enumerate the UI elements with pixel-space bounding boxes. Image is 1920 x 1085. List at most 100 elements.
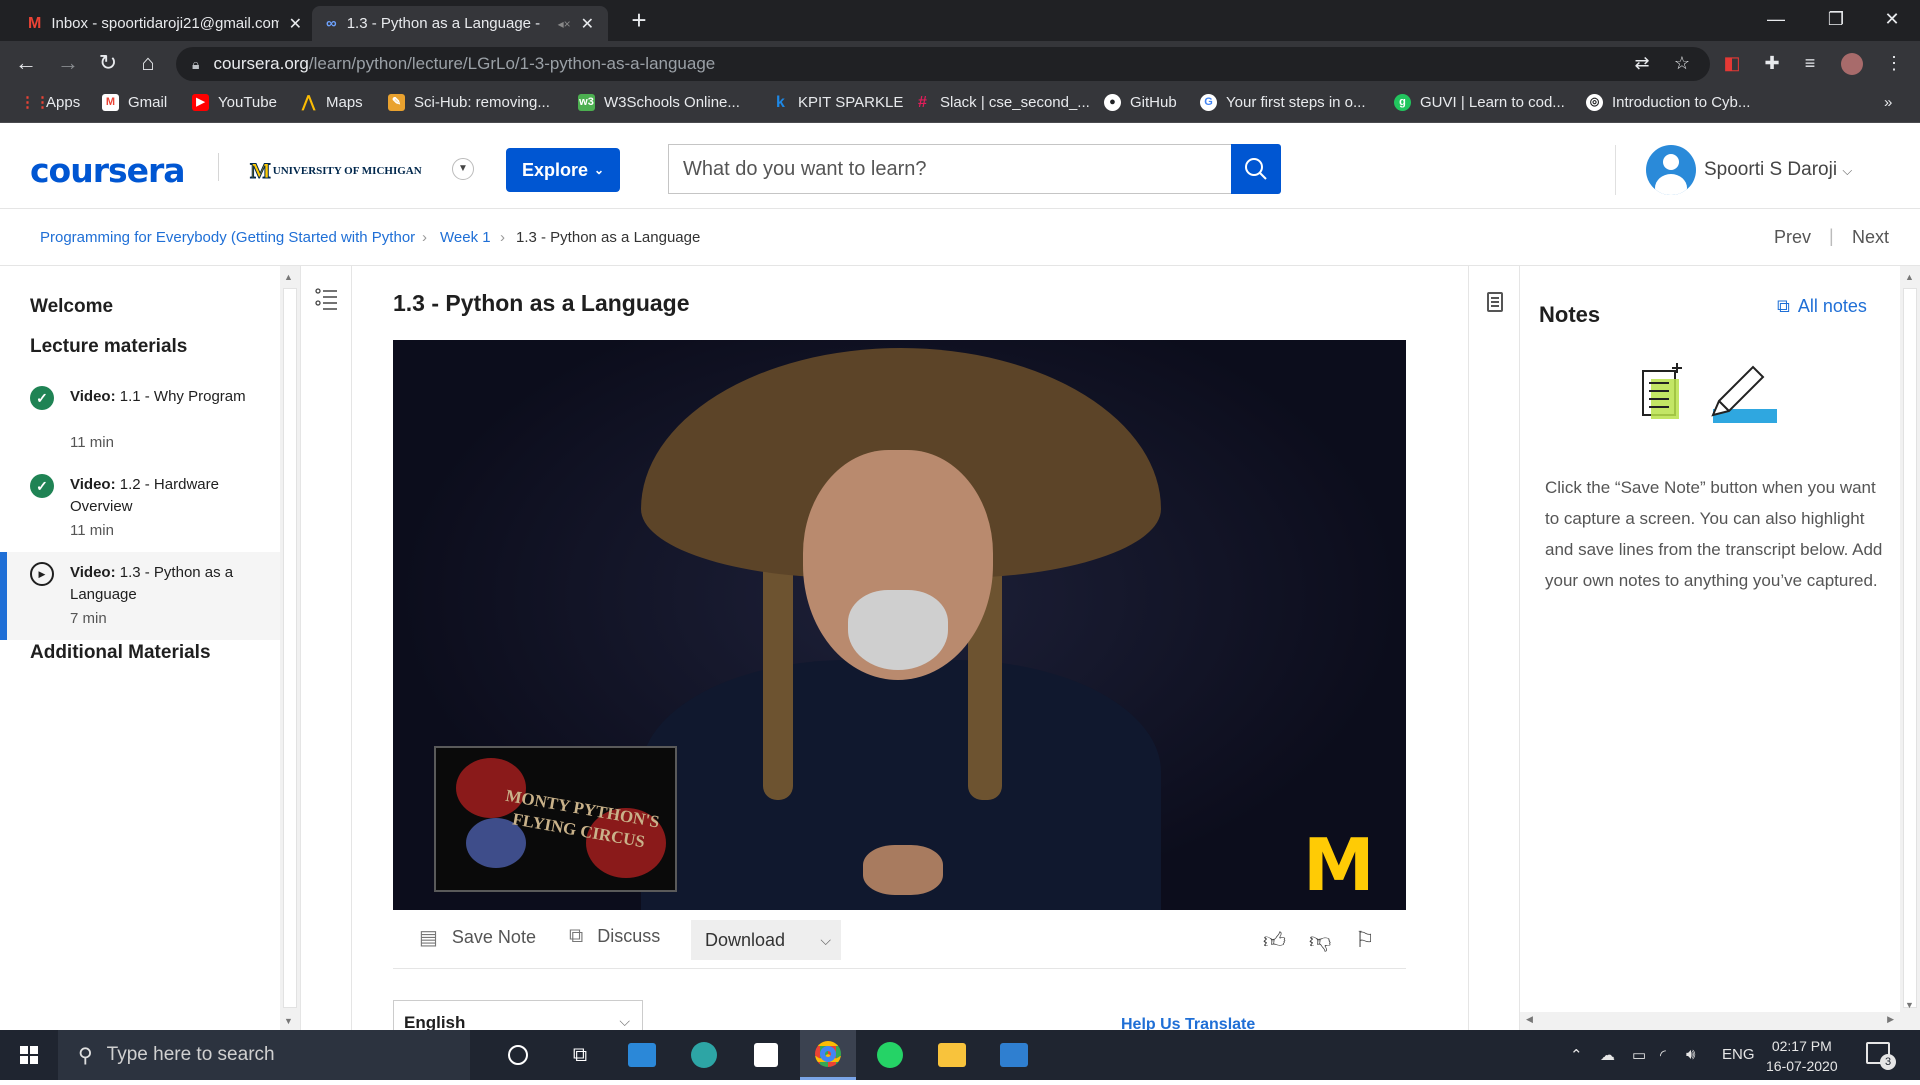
like-icon[interactable]: 👍︎: [1263, 927, 1286, 954]
bookmark-cyber[interactable]: ◎ Introduction to Cyb...: [1586, 94, 1750, 111]
bookmark-scihub[interactable]: ✎ Sci-Hub: removing...: [388, 94, 550, 111]
start-button[interactable]: [0, 1030, 58, 1080]
bookmark-apps[interactable]: ⋮⋮ Apps: [20, 94, 80, 111]
discuss-button[interactable]: ⧉ Discuss: [569, 925, 660, 948]
whatsapp-app-icon[interactable]: [862, 1030, 918, 1080]
prev-link[interactable]: Prev: [1774, 227, 1811, 248]
restore-window-button[interactable]: ❐: [1806, 0, 1866, 40]
tab-title: 1.3 - Python as a Language -: [346, 15, 541, 32]
save-note-button[interactable]: ▤ Save Note: [419, 925, 536, 950]
list-outline-icon[interactable]: [315, 288, 339, 310]
more-bookmarks-button[interactable]: »: [1884, 94, 1892, 111]
bookmark-slack[interactable]: # Slack | cse_second_...: [914, 94, 1090, 111]
university-logo[interactable]: M UNIVERSITY OF MICHIGAN: [250, 158, 422, 184]
chevron-right-icon: ›: [422, 229, 427, 246]
user-menu[interactable]: Spoorti S Daroji ⌵: [1704, 159, 1852, 181]
coursera-logo[interactable]: coursera: [30, 151, 186, 190]
scroll-right-icon[interactable]: ▶: [1887, 1014, 1894, 1025]
bookmark-kpit[interactable]: k KPIT SPARKLE: [772, 94, 903, 111]
explore-button[interactable]: Explore ⌄: [506, 148, 620, 192]
home-button[interactable]: ⌂: [134, 49, 162, 77]
file-explorer-icon[interactable]: [924, 1030, 980, 1080]
search-button[interactable]: [1231, 144, 1281, 194]
taskbar-search-input[interactable]: ⚲ Type here to search: [58, 1030, 470, 1080]
new-tab-button[interactable]: +: [624, 6, 654, 36]
forward-button[interactable]: →: [54, 49, 82, 77]
scrollbar-thumb[interactable]: [283, 288, 297, 1008]
dislike-icon[interactable]: 👎︎: [1309, 927, 1331, 954]
chrome-app-icon[interactable]: [800, 1030, 856, 1080]
tab-gmail[interactable]: M Inbox - spoortidaroji21@gmail.com ✕: [14, 6, 316, 41]
video-player[interactable]: MONTY PYTHON'S FLYING CIRCUS M: [393, 340, 1406, 910]
bookmark-youtube[interactable]: ▶ YouTube: [192, 94, 277, 111]
translate-icon[interactable]: ⇄: [1628, 49, 1656, 77]
scroll-left-icon[interactable]: ◀: [1526, 1014, 1533, 1025]
avatar[interactable]: [1646, 145, 1696, 195]
sidebar-item-video-1-3[interactable]: ▶ Video: 1.3 - Python as a Language 7 mi…: [0, 552, 280, 640]
bookmark-maps[interactable]: ⋀ Maps: [300, 94, 363, 111]
scroll-down-icon[interactable]: ▼: [284, 1016, 293, 1026]
sidebar-item-video-1-2[interactable]: ✓ Video: 1.2 - Hardware Overview 11 min: [0, 464, 280, 552]
close-window-button[interactable]: ✕: [1862, 0, 1920, 40]
chrome-menu-icon[interactable]: ⋮: [1880, 49, 1908, 77]
chevron-right-icon: ›: [500, 229, 505, 246]
volume-icon[interactable]: 🔊︎: [1686, 1046, 1695, 1063]
bookmark-github[interactable]: ● GitHub: [1104, 94, 1177, 111]
breadcrumb-week[interactable]: Week 1: [440, 229, 491, 246]
notification-center-icon[interactable]: 3: [1866, 1042, 1896, 1070]
audio-muted-icon[interactable]: ◂×: [558, 17, 571, 31]
all-notes-link[interactable]: ⧉ All notes: [1777, 296, 1867, 317]
media-control-icon[interactable]: ≡: [1796, 49, 1824, 77]
edge-browser-icon[interactable]: [676, 1030, 732, 1080]
photos-app-icon[interactable]: [986, 1030, 1042, 1080]
address-bar[interactable]: 🔒︎ coursera.org/learn/python/lecture/LGr…: [176, 47, 1710, 81]
extensions-puzzle-icon[interactable]: ✚: [1758, 49, 1786, 77]
breadcrumb-course[interactable]: Programming for Everybody (Getting Start…: [40, 229, 415, 246]
sidebar-item-welcome[interactable]: Welcome: [30, 296, 113, 318]
onedrive-icon[interactable]: ☁: [1600, 1046, 1615, 1064]
notes-icon[interactable]: [1487, 292, 1503, 312]
page-title: 1.3 - Python as a Language: [393, 290, 690, 316]
notes-horizontal-scrollbar[interactable]: ◀ ▶: [1520, 1012, 1900, 1030]
scihub-icon: ✎: [388, 94, 405, 111]
chevron-down-icon[interactable]: ▼: [452, 158, 474, 180]
tab-coursera[interactable]: ∞ 1.3 - Python as a Language - ◂× ✕: [312, 6, 608, 41]
pocket-extension-icon[interactable]: ◧: [1718, 49, 1746, 77]
bookmark-first-steps[interactable]: G Your first steps in o...: [1200, 94, 1366, 111]
sidebar-item-additional-materials[interactable]: Additional Materials: [30, 642, 211, 664]
profile-avatar-icon[interactable]: [1838, 49, 1866, 77]
search-input[interactable]: What do you want to learn?: [668, 144, 1232, 194]
bookmark-star-icon[interactable]: ☆: [1668, 49, 1696, 77]
bookmark-gmail[interactable]: M Gmail: [102, 94, 167, 111]
system-clock[interactable]: 02:17 PM 16-07-2020: [1766, 1036, 1838, 1076]
wifi-icon[interactable]: ◜: [1660, 1046, 1666, 1064]
scrollbar-thumb[interactable]: [1903, 288, 1917, 1008]
next-link[interactable]: Next: [1852, 227, 1889, 248]
sidebar-item-lecture-materials[interactable]: Lecture materials: [30, 336, 187, 358]
back-button[interactable]: ←: [12, 49, 40, 77]
input-language[interactable]: ENG: [1722, 1046, 1755, 1063]
flag-icon[interactable]: ⚐: [1355, 927, 1375, 953]
close-tab-icon[interactable]: ✕: [289, 14, 302, 34]
current-indicator: [0, 552, 7, 640]
cortana-icon[interactable]: [490, 1030, 546, 1080]
bookmark-guvi[interactable]: g GUVI | Learn to cod...: [1394, 94, 1565, 111]
mail-app-icon[interactable]: [614, 1030, 670, 1080]
sidebar-scrollbar[interactable]: ▲ ▼: [280, 266, 300, 1030]
close-tab-icon[interactable]: ✕: [581, 14, 594, 34]
reload-button[interactable]: ↻: [94, 49, 122, 77]
store-app-icon[interactable]: [738, 1030, 794, 1080]
scroll-down-icon[interactable]: ▼: [1905, 1000, 1914, 1010]
coursera-icon: ∞: [326, 15, 337, 32]
sidebar-item-video-1-1[interactable]: ✓ Video: 1.1 - Why Program 11 min: [0, 376, 280, 464]
battery-icon[interactable]: ▭: [1632, 1046, 1646, 1064]
system-tray: ⌃ ☁ ▭ ◜ 🔊︎ ENG: [1520, 1030, 1920, 1080]
notes-scrollbar[interactable]: ▲ ▼: [1900, 266, 1920, 1030]
bookmark-w3schools[interactable]: w3 W3Schools Online...: [578, 94, 740, 111]
download-dropdown[interactable]: Download ⌵: [691, 920, 841, 960]
task-view-icon[interactable]: ⧉: [552, 1030, 608, 1080]
scroll-up-icon[interactable]: ▲: [1905, 272, 1914, 282]
show-hidden-icons[interactable]: ⌃: [1570, 1046, 1583, 1064]
scroll-up-icon[interactable]: ▲: [284, 272, 293, 282]
minimize-window-button[interactable]: —: [1746, 0, 1806, 40]
